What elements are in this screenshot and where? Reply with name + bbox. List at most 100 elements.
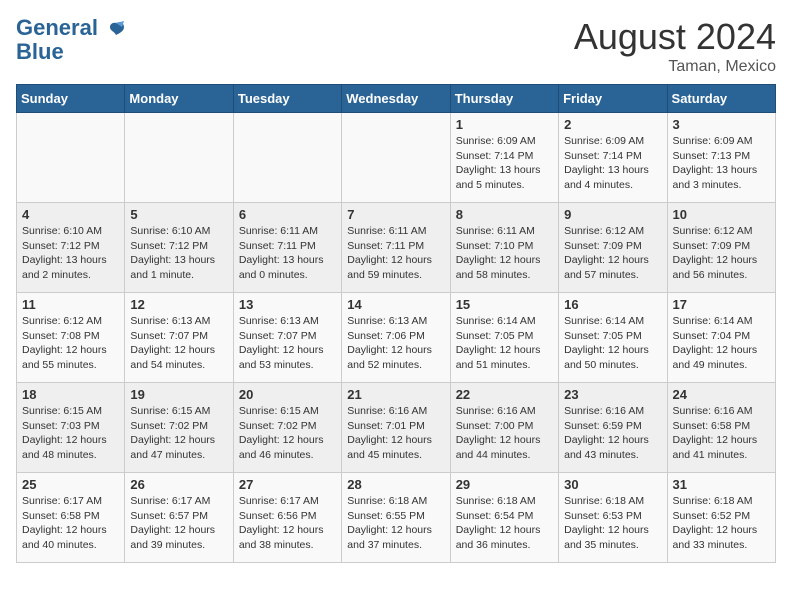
week-row-5: 25 Sunrise: 6:17 AM Sunset: 6:58 PM Dayli…	[17, 473, 776, 563]
day-cell: 6 Sunrise: 6:11 AM Sunset: 7:11 PM Daylig…	[233, 203, 341, 293]
day-cell: 1 Sunrise: 6:09 AM Sunset: 7:14 PM Daylig…	[450, 113, 558, 203]
day-cell: 26 Sunrise: 6:17 AM Sunset: 6:57 PM Dayli…	[125, 473, 233, 563]
day-number: 17	[673, 297, 770, 312]
day-cell: 19Sunrise: 6:15 AM Sunset: 7:02 PM Dayli…	[125, 383, 233, 473]
day-number: 4	[22, 207, 119, 222]
day-number: 18	[22, 387, 119, 402]
day-cell: 2Sunrise: 6:09 AM Sunset: 7:14 PM Daylig…	[559, 113, 667, 203]
day-info: Sunrise: 6:16 AM Sunset: 6:58 PM Dayligh…	[673, 404, 770, 463]
day-number: 20	[239, 387, 336, 402]
day-info: Sunrise: 6:13 AM Sunset: 7:07 PM Dayligh…	[130, 314, 227, 373]
day-info: Sunrise: 6:18 AM Sunset: 6:54 PM Dayligh…	[456, 494, 553, 553]
logo-bird-icon	[106, 19, 126, 39]
day-number: 31	[673, 477, 770, 492]
day-info: Sunrise: 6:11 AM Sunset: 7:10 PM Dayligh…	[456, 224, 553, 283]
day-cell: 16 Sunrise: 6:14 AM Sunset: 7:05 PM Dayli…	[559, 293, 667, 383]
day-cell: 18 Sunrise: 6:15 AM Sunset: 7:03 PM Dayli…	[17, 383, 125, 473]
day-info: Sunrise: 6:09 AM Sunset: 7:14 PM Dayligh…	[456, 134, 553, 193]
logo-line2: Blue	[16, 40, 126, 64]
day-number: 27	[239, 477, 336, 492]
day-cell: 5 Sunrise: 6:10 AM Sunset: 7:12 PM Daylig…	[125, 203, 233, 293]
day-number: 24	[673, 387, 770, 402]
day-cell: 30 Sunrise: 6:18 AM Sunset: 6:53 PM Dayli…	[559, 473, 667, 563]
day-info: Sunrise: 6:17 AM Sunset: 6:56 PM Dayligh…	[239, 494, 336, 553]
day-info: Sunrise: 6:12 AM Sunset: 7:09 PM Dayligh…	[564, 224, 661, 283]
day-info: Sunrise: 6:10 AM Sunset: 7:12 PM Dayligh…	[130, 224, 227, 283]
day-number: 6	[239, 207, 336, 222]
day-cell: 7Sunrise: 6:11 AM Sunset: 7:11 PM Daylig…	[342, 203, 450, 293]
day-info: Sunrise: 6:13 AM Sunset: 7:07 PM Dayligh…	[239, 314, 336, 373]
day-cell: 13Sunrise: 6:13 AM Sunset: 7:07 PM Dayli…	[233, 293, 341, 383]
day-cell	[125, 113, 233, 203]
header-tuesday: Tuesday	[233, 85, 341, 113]
day-cell	[342, 113, 450, 203]
day-number: 29	[456, 477, 553, 492]
day-number: 26	[130, 477, 227, 492]
header-monday: Monday	[125, 85, 233, 113]
day-info: Sunrise: 6:11 AM Sunset: 7:11 PM Dayligh…	[239, 224, 336, 283]
day-cell: 10 Sunrise: 6:12 AM Sunset: 7:09 PM Dayli…	[667, 203, 775, 293]
day-info: Sunrise: 6:14 AM Sunset: 7:05 PM Dayligh…	[456, 314, 553, 373]
day-cell: 25 Sunrise: 6:17 AM Sunset: 6:58 PM Dayli…	[17, 473, 125, 563]
day-cell: 15Sunrise: 6:14 AM Sunset: 7:05 PM Dayli…	[450, 293, 558, 383]
day-number: 8	[456, 207, 553, 222]
day-info: Sunrise: 6:14 AM Sunset: 7:04 PM Dayligh…	[673, 314, 770, 373]
day-number: 5	[130, 207, 227, 222]
day-cell: 27 Sunrise: 6:17 AM Sunset: 6:56 PM Dayli…	[233, 473, 341, 563]
day-cell: 29 Sunrise: 6:18 AM Sunset: 6:54 PM Dayli…	[450, 473, 558, 563]
day-cell: 4Sunrise: 6:10 AM Sunset: 7:12 PM Daylig…	[17, 203, 125, 293]
day-number: 22	[456, 387, 553, 402]
week-row-4: 18 Sunrise: 6:15 AM Sunset: 7:03 PM Dayli…	[17, 383, 776, 473]
day-cell: 14Sunrise: 6:13 AM Sunset: 7:06 PM Dayli…	[342, 293, 450, 383]
day-info: Sunrise: 6:13 AM Sunset: 7:06 PM Dayligh…	[347, 314, 444, 373]
week-row-3: 11 Sunrise: 6:12 AM Sunset: 7:08 PM Dayli…	[17, 293, 776, 383]
day-cell: 23Sunrise: 6:16 AM Sunset: 6:59 PM Dayli…	[559, 383, 667, 473]
day-cell: 3 Sunrise: 6:09 AM Sunset: 7:13 PM Daylig…	[667, 113, 775, 203]
day-number: 30	[564, 477, 661, 492]
day-cell: 31Sunrise: 6:18 AM Sunset: 6:52 PM Dayli…	[667, 473, 775, 563]
day-cell: 20Sunrise: 6:15 AM Sunset: 7:02 PM Dayli…	[233, 383, 341, 473]
day-number: 19	[130, 387, 227, 402]
day-number: 2	[564, 117, 661, 132]
day-info: Sunrise: 6:12 AM Sunset: 7:08 PM Dayligh…	[22, 314, 119, 373]
day-number: 1	[456, 117, 553, 132]
day-number: 28	[347, 477, 444, 492]
calendar-table: SundayMondayTuesdayWednesdayThursdayFrid…	[16, 84, 776, 563]
day-info: Sunrise: 6:18 AM Sunset: 6:53 PM Dayligh…	[564, 494, 661, 553]
day-cell: 8 Sunrise: 6:11 AM Sunset: 7:10 PM Daylig…	[450, 203, 558, 293]
day-number: 16	[564, 297, 661, 312]
title-block: August 2024 Taman, Mexico	[574, 16, 776, 76]
day-info: Sunrise: 6:12 AM Sunset: 7:09 PM Dayligh…	[673, 224, 770, 283]
day-number: 12	[130, 297, 227, 312]
day-info: Sunrise: 6:17 AM Sunset: 6:57 PM Dayligh…	[130, 494, 227, 553]
day-number: 3	[673, 117, 770, 132]
day-info: Sunrise: 6:15 AM Sunset: 7:03 PM Dayligh…	[22, 404, 119, 463]
day-info: Sunrise: 6:14 AM Sunset: 7:05 PM Dayligh…	[564, 314, 661, 373]
day-number: 9	[564, 207, 661, 222]
logo: General Blue	[16, 16, 126, 64]
header-saturday: Saturday	[667, 85, 775, 113]
day-cell	[233, 113, 341, 203]
day-cell: 12 Sunrise: 6:13 AM Sunset: 7:07 PM Dayli…	[125, 293, 233, 383]
week-row-1: 1 Sunrise: 6:09 AM Sunset: 7:14 PM Daylig…	[17, 113, 776, 203]
day-cell	[17, 113, 125, 203]
day-info: Sunrise: 6:17 AM Sunset: 6:58 PM Dayligh…	[22, 494, 119, 553]
day-cell: 28 Sunrise: 6:18 AM Sunset: 6:55 PM Dayli…	[342, 473, 450, 563]
day-info: Sunrise: 6:09 AM Sunset: 7:13 PM Dayligh…	[673, 134, 770, 193]
day-cell: 9 Sunrise: 6:12 AM Sunset: 7:09 PM Daylig…	[559, 203, 667, 293]
week-row-2: 4 Sunrise: 6:10 AM Sunset: 7:12 PM Daylig…	[17, 203, 776, 293]
day-number: 25	[22, 477, 119, 492]
day-info: Sunrise: 6:16 AM Sunset: 6:59 PM Dayligh…	[564, 404, 661, 463]
day-cell: 21 Sunrise: 6:16 AM Sunset: 7:01 PM Dayli…	[342, 383, 450, 473]
day-number: 11	[22, 297, 119, 312]
day-info: Sunrise: 6:16 AM Sunset: 7:00 PM Dayligh…	[456, 404, 553, 463]
day-number: 21	[347, 387, 444, 402]
day-info: Sunrise: 6:18 AM Sunset: 6:55 PM Dayligh…	[347, 494, 444, 553]
day-info: Sunrise: 6:11 AM Sunset: 7:11 PM Dayligh…	[347, 224, 444, 283]
header-thursday: Thursday	[450, 85, 558, 113]
calendar-header-row: SundayMondayTuesdayWednesdayThursdayFrid…	[17, 85, 776, 113]
page-header: General Blue August 2024 Taman, Mexico	[16, 16, 776, 76]
day-number: 10	[673, 207, 770, 222]
header-wednesday: Wednesday	[342, 85, 450, 113]
day-info: Sunrise: 6:16 AM Sunset: 7:01 PM Dayligh…	[347, 404, 444, 463]
